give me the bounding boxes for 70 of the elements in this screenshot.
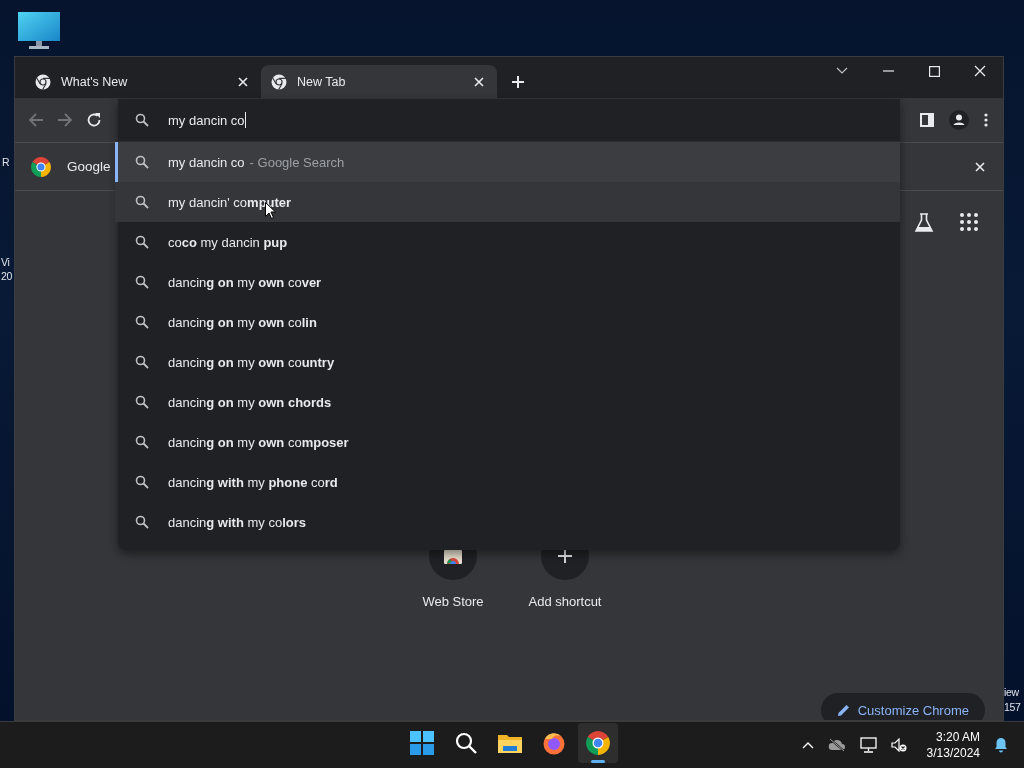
search-icon <box>135 315 149 329</box>
monitor-icon[interactable] <box>18 12 60 50</box>
suggestion-item[interactable]: dancing on my own chords <box>115 382 900 422</box>
info-bar-text: Google <box>67 159 111 174</box>
browser-tab[interactable]: New Tab <box>261 65 497 98</box>
suggestion-item[interactable]: dancing on my own composer <box>115 422 900 462</box>
forward-icon[interactable] <box>57 112 73 128</box>
shortcut-label[interactable]: Web Store <box>422 594 484 609</box>
flask-icon[interactable] <box>914 213 934 233</box>
chevron-down-icon[interactable] <box>836 67 848 75</box>
close-icon[interactable] <box>975 161 985 172</box>
search-icon <box>135 113 149 127</box>
chevron-up-icon[interactable] <box>801 741 814 749</box>
bell-icon[interactable] <box>994 737 1008 753</box>
windows-logo-icon[interactable] <box>410 731 434 755</box>
apps-grid-icon[interactable] <box>960 213 978 231</box>
browser-logo-icon <box>271 73 287 90</box>
search-icon <box>135 515 149 529</box>
browser-tab[interactable]: What's New <box>25 65 261 98</box>
menu-icon[interactable] <box>984 113 988 127</box>
network-icon[interactable] <box>859 737 877 753</box>
back-icon[interactable] <box>28 112 44 128</box>
browser-logo-icon <box>35 73 51 90</box>
search-icon <box>135 275 149 289</box>
reload-icon[interactable] <box>86 112 102 128</box>
close-icon[interactable] <box>974 65 986 77</box>
browser-logo-icon <box>31 156 51 177</box>
customize-chrome-button[interactable]: Customize Chrome <box>820 693 985 720</box>
address-field[interactable]: my dancin co <box>168 112 246 128</box>
search-icon <box>135 235 149 249</box>
suggestion-item[interactable]: my dancin' computer <box>115 182 900 222</box>
search-icon <box>135 155 149 169</box>
suggestion-item[interactable]: dancing on my own country <box>115 342 900 382</box>
pencil-icon <box>836 703 850 717</box>
desktop-text: R <box>2 156 10 168</box>
active-indicator <box>591 760 605 763</box>
store-icon <box>444 548 462 564</box>
clock-date[interactable]: 3/13/2024 <box>926 745 980 761</box>
plus-icon <box>558 549 572 563</box>
search-icon <box>135 435 149 449</box>
shortcut-label[interactable]: Add shortcut <box>528 594 602 609</box>
suggestion-item[interactable]: my dancin co - Google Search <box>115 142 900 182</box>
suggestion-item[interactable]: dancing on my own colin <box>115 302 900 342</box>
clock-time[interactable]: 3:20 AM <box>935 729 980 745</box>
new-tab-icon[interactable] <box>511 75 525 89</box>
maximize-icon[interactable] <box>928 65 940 77</box>
volume-muted-icon[interactable] <box>890 738 907 752</box>
desktop-text: 157 <box>1004 701 1021 713</box>
suggestion-item[interactable]: dancing with my colors <box>115 502 900 542</box>
search-icon <box>135 395 149 409</box>
suggestion-item[interactable]: coco my dancin pup <box>115 222 900 262</box>
minimize-icon[interactable] <box>882 70 894 72</box>
search-icon <box>135 355 149 369</box>
fox-globe-icon[interactable] <box>542 731 566 755</box>
profile-icon[interactable] <box>949 110 969 130</box>
search-icon[interactable] <box>455 732 477 754</box>
suggestion-item[interactable]: dancing with my phone cord <box>115 462 900 502</box>
search-icon <box>135 195 149 209</box>
close-tab-icon[interactable] <box>474 76 484 87</box>
suggestion-description: - Google Search <box>249 154 345 170</box>
cloud-off-icon[interactable] <box>827 738 846 752</box>
close-tab-icon[interactable] <box>238 76 248 87</box>
desktop-text: Vi <box>1 256 10 268</box>
side-panel-icon[interactable] <box>920 113 934 127</box>
desktop-text: 20 <box>1 270 13 282</box>
suggestion-item[interactable]: dancing on my own cover <box>115 262 900 302</box>
folder-icon[interactable] <box>498 733 522 753</box>
desktop-text: iew <box>1004 686 1019 698</box>
browser-logo-icon[interactable] <box>586 731 610 755</box>
search-icon <box>135 475 149 489</box>
